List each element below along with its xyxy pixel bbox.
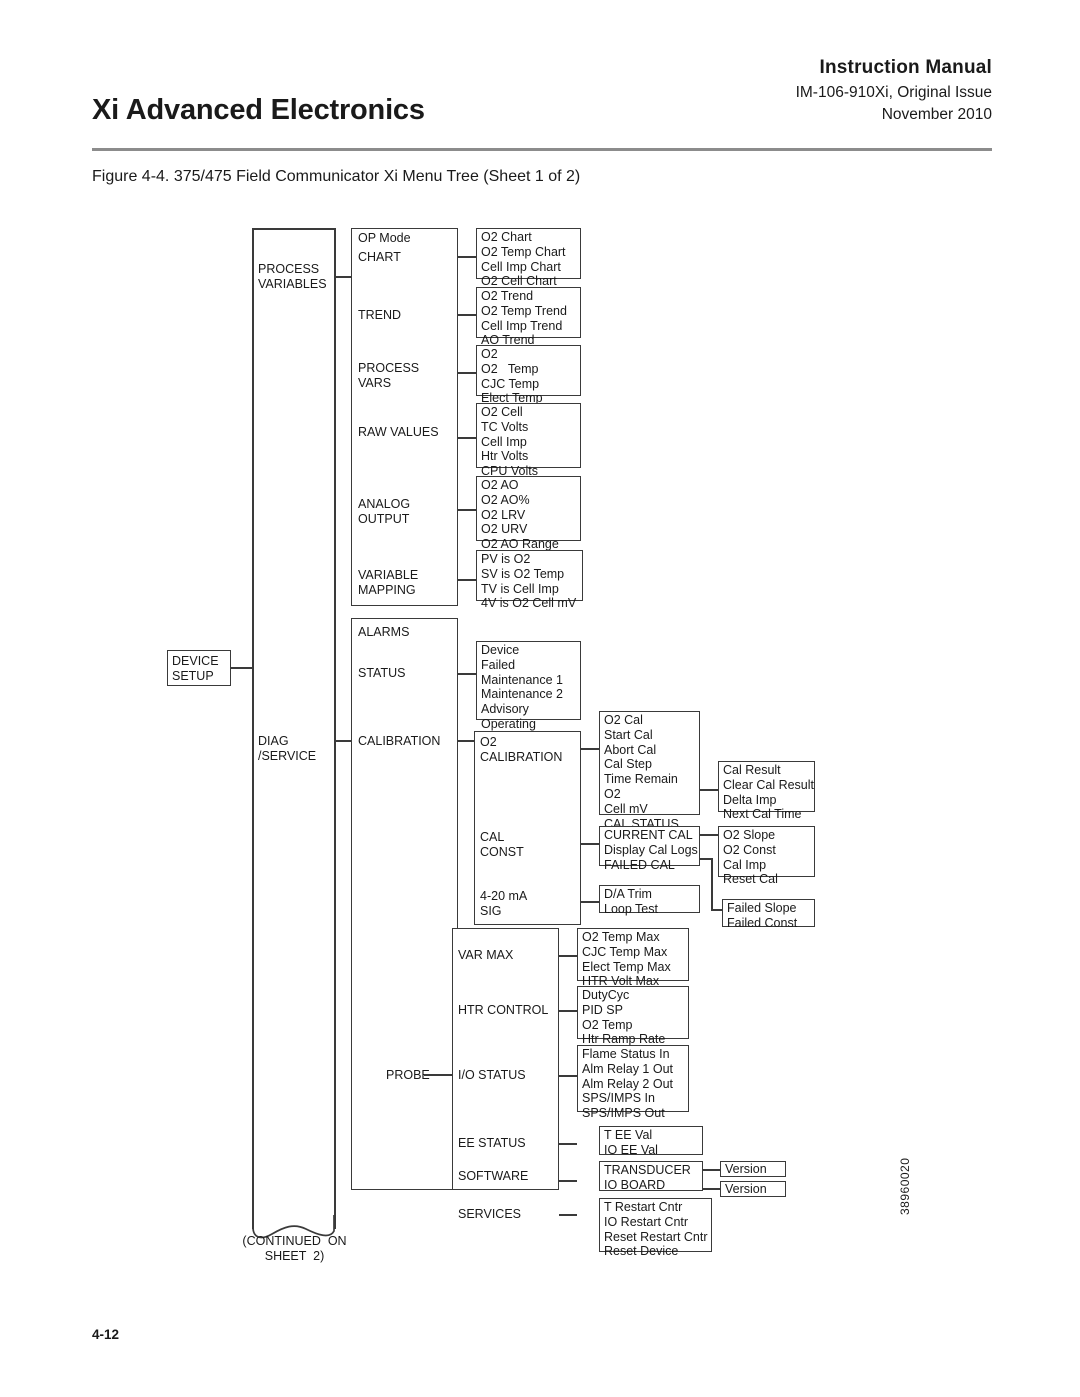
- failed-cal-leaf-list: Failed Slope Failed Const: [727, 901, 798, 930]
- analog-output-item: ANALOG OUTPUT: [358, 497, 411, 526]
- page-number: 4-12: [92, 1327, 120, 1342]
- connector-chart: [458, 256, 476, 258]
- cal-const-leaf-list: CURRENT CAL Display Cal Logs FAILED CAL: [604, 828, 698, 872]
- var-max-leaf-list: O2 Temp Max CJC Temp Max Elect Temp Max …: [582, 930, 671, 989]
- document-number: IM-106-910Xi, Original Issue: [795, 83, 992, 101]
- services-leaf-list: T Restart Cntr IO Restart Cntr Reset Res…: [604, 1200, 708, 1259]
- connector-device-setup: [231, 667, 253, 669]
- connector-process-variables: [334, 276, 352, 278]
- drawing-number: 38960020: [898, 1157, 912, 1215]
- connector-services: [559, 1214, 577, 1216]
- ma-sig-leaf-list: D/A Trim Loop Test: [604, 887, 658, 916]
- col2-right-edge: [334, 228, 336, 1229]
- connector-probe: [424, 1074, 452, 1076]
- trend-item: TREND: [358, 308, 402, 322]
- current-cal-leaf-list: O2 Slope O2 Const Cal Imp Reset Cal: [723, 828, 778, 887]
- document-page: Instruction Manual IM-106-910Xi, Origina…: [0, 0, 1080, 1397]
- chart-item: CHART: [358, 250, 401, 264]
- var-max-item: VAR MAX: [458, 948, 514, 962]
- op-mode-item: OP Mode: [358, 231, 411, 245]
- instruction-manual-label: Instruction Manual: [819, 57, 992, 78]
- htr-control-leaf-list: DutyCyc PID SP O2 Temp Htr Ramp Rate: [582, 988, 666, 1047]
- ee-status-item: EE STATUS: [458, 1136, 526, 1150]
- status-item: STATUS: [358, 666, 406, 680]
- page-title: Xi Advanced Electronics: [92, 94, 425, 126]
- connector-io-status: [559, 1075, 577, 1077]
- o2-cal-leaf-list: O2 Cal Start Cal Abort Cal Cal Step Time…: [604, 713, 679, 831]
- connector-diag-service: [334, 740, 352, 742]
- connector-o2-calibration: [581, 748, 599, 750]
- process-variables-label: PROCESS VARIABLES: [258, 262, 327, 291]
- io-status-leaf-list: Flame Status In Alm Relay 1 Out Alm Rela…: [582, 1047, 674, 1121]
- trend-leaf-list: O2 Trend O2 Temp Trend Cell Imp Trend AO…: [481, 289, 567, 348]
- software-leaf-list: TRANSDUCER IO BOARD: [604, 1163, 691, 1192]
- cal-const-item: CAL CONST: [480, 830, 524, 859]
- raw-values-item: RAW VALUES: [358, 425, 439, 439]
- services-item: SERVICES: [458, 1207, 521, 1221]
- software-item: SOFTWARE: [458, 1169, 529, 1183]
- connector-failed-cal-in: [711, 909, 722, 911]
- connector-analog-output: [458, 509, 476, 511]
- connector-variable-mapping: [458, 579, 476, 581]
- connector-raw-values: [458, 437, 476, 439]
- calibration-item: CALIBRATION: [358, 734, 441, 748]
- transducer-version-label: Version: [725, 1162, 767, 1176]
- diag-service-menu-box: [351, 618, 458, 1190]
- raw-values-leaf-list: O2 Cell TC Volts Cell Imp Htr Volts CPU …: [481, 405, 538, 479]
- connector-ma-sig: [581, 901, 599, 903]
- process-variables-menu-box: [351, 228, 458, 606]
- diag-service-label: DIAG /SERVICE: [258, 734, 317, 763]
- chart-leaf-list: O2 Chart O2 Temp Chart Cell Imp Chart O2…: [481, 230, 566, 289]
- connector-ee-status: [559, 1143, 577, 1145]
- connector-software: [559, 1180, 577, 1182]
- continued-on-sheet-label: (CONTINUED ON SHEET 2): [242, 1234, 347, 1263]
- col2-left-edge: [252, 228, 254, 1229]
- figure-caption: Figure 4-4. 375/475 Field Communicator X…: [92, 168, 581, 185]
- status-leaf-list: Device Failed Maintenance 1 Maintenance …: [481, 643, 564, 732]
- variable-mapping-item: VARIABLE MAPPING: [358, 568, 419, 597]
- header-divider: [92, 148, 992, 151]
- connector-process-vars: [458, 372, 476, 374]
- connector-var-max: [559, 955, 577, 957]
- variable-mapping-leaf-list: PV is O2 SV is O2 Temp TV is Cell Imp 4V…: [481, 552, 577, 611]
- document-date: November 2010: [881, 105, 992, 123]
- connector-io-board-version: [703, 1188, 720, 1190]
- alarms-item: ALARMS: [358, 625, 410, 639]
- connector-cal-const: [581, 843, 599, 845]
- connector-failed-cal-drop: [711, 858, 713, 910]
- probe-menu-box: [452, 928, 559, 1190]
- ma-sig-item: 4-20 mA SIG: [480, 889, 528, 918]
- io-status-item: I/O STATUS: [458, 1068, 526, 1082]
- device-setup-label: DEVICE SETUP: [172, 654, 219, 683]
- connector-current-cal: [700, 834, 718, 836]
- connector-htr-control: [559, 1010, 577, 1012]
- col2-top-edge: [252, 228, 336, 230]
- connector-cal-status: [700, 789, 718, 791]
- htr-control-item: HTR CONTROL: [458, 1003, 549, 1017]
- io-board-version-label: Version: [725, 1182, 767, 1196]
- connector-transducer-version: [703, 1169, 720, 1171]
- o2-calibration-item: O2 CALIBRATION: [480, 735, 563, 764]
- process-vars-item: PROCESS VARS: [358, 361, 420, 390]
- ee-status-leaf-list: T EE Val IO EE Val: [604, 1128, 658, 1157]
- process-vars-leaf-list: O2 O2 Temp CJC Temp Elect Temp: [481, 347, 543, 406]
- header-meta-block: Instruction Manual IM-106-910Xi, Origina…: [796, 55, 992, 126]
- connector-status: [458, 673, 476, 675]
- analog-output-leaf-list: O2 AO O2 AO% O2 LRV O2 URV O2 AO Range: [481, 478, 559, 552]
- cal-status-leaf-list: Cal Result Clear Cal Result Delta Imp Ne…: [723, 763, 815, 822]
- connector-trend: [458, 314, 476, 316]
